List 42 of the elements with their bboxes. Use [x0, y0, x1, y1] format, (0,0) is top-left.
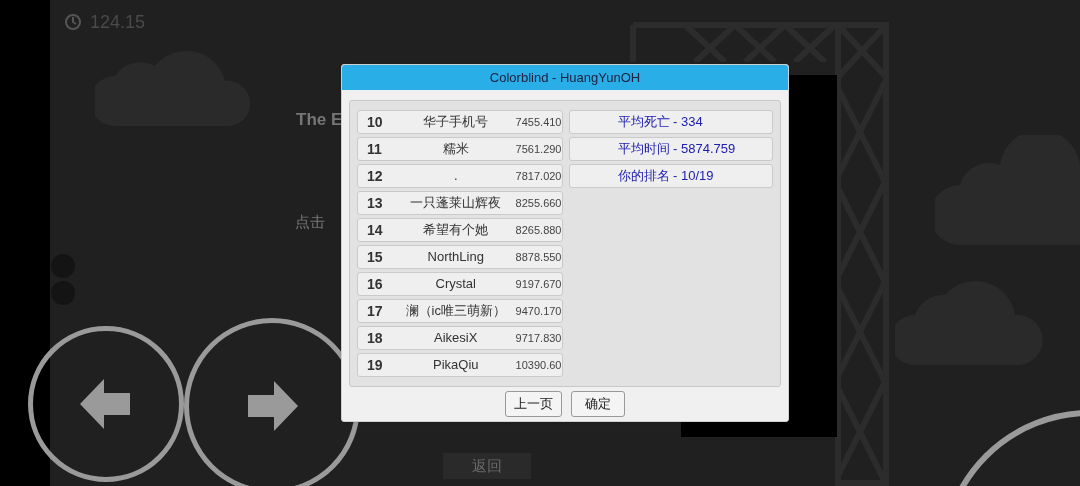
stat-text: 平均死亡 - 334: [568, 110, 773, 134]
player-name: AikesiX: [433, 329, 479, 348]
arrow-right-icon: [246, 381, 298, 431]
time-text: 9717.830: [514, 330, 562, 346]
player-name: PikaQiu: [432, 356, 480, 375]
time-text: 8265.880: [514, 222, 562, 238]
stat-text: 你的排名 - 10/19: [568, 164, 773, 188]
rank-text: 13: [366, 193, 384, 213]
level-title-text: The E: [296, 109, 343, 131]
hint-text: 点击: [295, 212, 325, 232]
rank-text: 19: [366, 355, 384, 375]
time-text: 10390.60: [514, 357, 562, 373]
time-text: 9197.670: [514, 276, 562, 292]
rank-text: 12: [366, 166, 384, 186]
arrow-left-icon: [80, 379, 132, 429]
player-name: 一只蓬莱山辉夜: [409, 194, 503, 213]
rank-text: 11: [366, 139, 383, 159]
rank-text: 15: [366, 247, 384, 267]
confirm-button[interactable]: 确定: [571, 391, 625, 417]
rank-text: 14: [366, 220, 384, 240]
rank-text: 16: [366, 274, 384, 294]
time-text: 8255.660: [514, 195, 562, 211]
stat-text: 平均时间 - 5874.759: [568, 137, 773, 161]
time-text: 7817.020: [514, 168, 562, 184]
time-text: 7455.410: [514, 114, 562, 130]
rank-text: 17: [366, 301, 384, 321]
player-name: 希望有个她: [422, 221, 490, 240]
rank-text: 10: [366, 112, 384, 132]
time-text: 7561.290: [514, 141, 562, 157]
rank-text: 18: [366, 328, 384, 348]
clock-icon: [64, 12, 82, 33]
player-name: 华子手机号: [422, 113, 490, 132]
player-name: 糯米: [441, 140, 470, 159]
player-name: NorthLing: [426, 248, 485, 267]
time-text: 9470.170: [514, 303, 562, 319]
previous-page-button[interactable]: 上一页: [505, 391, 562, 417]
player-name: Crystal: [434, 275, 477, 294]
time-text: 8878.550: [514, 249, 562, 265]
left-control-button[interactable]: [28, 326, 184, 482]
dialog-title: Colorblind - HuangYunOH: [342, 65, 788, 90]
player-name: 澜（ic唯三萌新）: [404, 302, 507, 321]
player-name: .: [452, 167, 459, 186]
